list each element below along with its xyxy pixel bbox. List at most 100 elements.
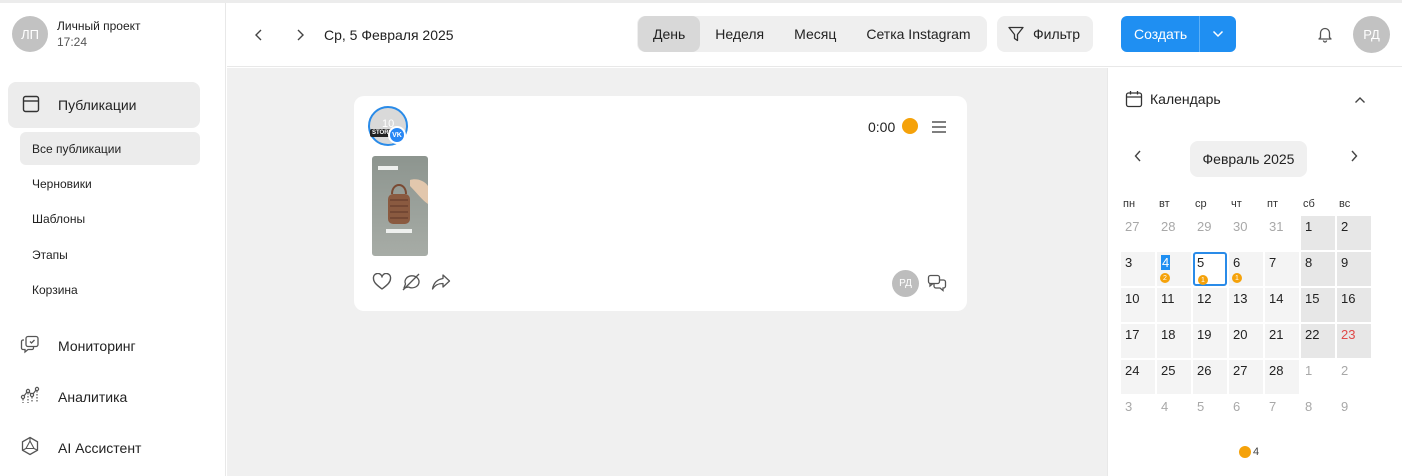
calendar-day[interactable]: 7 (1265, 252, 1299, 286)
calendar-day[interactable]: 2 (1337, 216, 1371, 250)
calendar-day[interactable]: 51 (1193, 252, 1227, 286)
calendar-day[interactable]: 24 (1121, 360, 1155, 394)
sub-item-drafts[interactable]: Черновики (20, 167, 200, 200)
calendar-day[interactable]: 3 (1121, 252, 1155, 286)
day-number: 30 (1233, 219, 1248, 234)
sub-item-all[interactable]: Все публикации (20, 132, 200, 165)
prev-month-button[interactable] (1134, 150, 1142, 165)
calendar-day[interactable]: 29 (1193, 216, 1227, 250)
calendar-day[interactable]: 1 (1301, 360, 1335, 394)
calendar-day[interactable]: 26 (1193, 360, 1227, 394)
day-number: 31 (1269, 219, 1284, 234)
calendar-day[interactable]: 20 (1229, 324, 1263, 358)
day-number: 25 (1161, 363, 1176, 378)
calendar-day[interactable]: 21 (1265, 324, 1299, 358)
post-card[interactable]: 10 STORY VK 0:00 РД (354, 96, 967, 311)
sub-item-templates[interactable]: Шаблоны (20, 202, 200, 235)
next-day-button[interactable] (290, 25, 310, 45)
legend-count: 4 (1253, 446, 1260, 458)
calendar-day[interactable]: 19 (1193, 324, 1227, 358)
calendar-day[interactable]: 28 (1265, 360, 1299, 394)
day-number: 7 (1269, 255, 1277, 270)
day-post-badge: 2 (1160, 273, 1170, 283)
month-selector[interactable]: Февраль 2025 (1190, 141, 1307, 177)
calendar-day[interactable]: 22 (1301, 324, 1335, 358)
weekday-label: чт (1231, 198, 1242, 210)
tab-day[interactable]: День (638, 16, 701, 52)
nav-monitoring[interactable]: Мониторинг (20, 334, 136, 357)
next-month-button[interactable] (1350, 150, 1358, 165)
calendar-day[interactable]: 12 (1193, 288, 1227, 322)
calendar-day[interactable]: 2 (1337, 360, 1371, 394)
monitoring-icon (20, 334, 40, 357)
day-number: 16 (1341, 291, 1356, 306)
calendar-day[interactable]: 27 (1121, 216, 1155, 250)
calendar-day[interactable]: 8 (1301, 252, 1335, 286)
chevron-right-icon (297, 29, 304, 41)
notifications-button[interactable] (1316, 25, 1334, 46)
create-dropdown-button[interactable] (1200, 30, 1236, 38)
calendar-day[interactable]: 7 (1265, 396, 1299, 430)
calendar-day[interactable]: 25 (1157, 360, 1191, 394)
calendar-day[interactable]: 17 (1121, 324, 1155, 358)
like-icon[interactable] (372, 272, 392, 294)
calendar-day[interactable]: 28 (1157, 216, 1191, 250)
calendar-day[interactable]: 13 (1229, 288, 1263, 322)
day-number: 1 (1305, 219, 1313, 234)
tab-week[interactable]: Неделя (700, 16, 779, 52)
sub-item-trash[interactable]: Корзина (20, 273, 200, 306)
collapse-calendar-button[interactable] (1354, 92, 1366, 107)
nav-publications[interactable]: Публикации (8, 82, 200, 128)
calendar-day[interactable]: 4 (1157, 396, 1191, 430)
calendar-day[interactable]: 14 (1265, 288, 1299, 322)
day-post-badge: 1 (1232, 273, 1242, 283)
day-number: 18 (1161, 327, 1176, 342)
calendar-day[interactable]: 23 (1337, 324, 1371, 358)
day-number: 4 (1161, 255, 1171, 270)
day-number: 8 (1305, 255, 1313, 270)
calendar-day[interactable]: 1 (1301, 216, 1335, 250)
tab-instagram-grid[interactable]: Сетка Instagram (851, 16, 985, 52)
calendar-day[interactable]: 3 (1121, 396, 1155, 430)
calendar-day[interactable]: 18 (1157, 324, 1191, 358)
calendar-day[interactable]: 5 (1193, 396, 1227, 430)
post-thumbnail[interactable] (372, 156, 428, 256)
user-avatar[interactable]: РД (1353, 16, 1390, 53)
calendar-day[interactable]: 11 (1157, 288, 1191, 322)
create-button[interactable]: Создать (1121, 16, 1236, 52)
post-menu-button[interactable] (931, 120, 947, 137)
calendar-day[interactable]: 61 (1229, 252, 1263, 286)
prev-day-button[interactable] (249, 25, 269, 45)
panel-icon (22, 95, 40, 116)
calendar-header: Календарь (1125, 90, 1221, 108)
tab-month[interactable]: Месяц (779, 16, 851, 52)
chevron-left-icon (1134, 150, 1141, 162)
calendar-day[interactable]: 27 (1229, 360, 1263, 394)
day-number: 9 (1341, 255, 1349, 270)
day-number: 7 (1269, 399, 1277, 414)
calendar-day[interactable]: 8 (1301, 396, 1335, 430)
share-icon[interactable] (431, 273, 451, 294)
calendar-day[interactable]: 31 (1265, 216, 1299, 250)
calendar-day[interactable]: 16 (1337, 288, 1371, 322)
weekday-label: вт (1159, 198, 1170, 210)
filter-button[interactable]: Фильтр (997, 16, 1093, 52)
comment-off-icon[interactable] (401, 273, 421, 294)
calendar-day[interactable]: 10 (1121, 288, 1155, 322)
weekday-label: сб (1303, 198, 1315, 210)
day-number: 3 (1125, 255, 1133, 270)
project-switcher[interactable]: ЛП Личный проект 17:24 (12, 16, 141, 52)
calendar-day[interactable]: 6 (1229, 396, 1263, 430)
calendar-day[interactable]: 15 (1301, 288, 1335, 322)
day-number: 8 (1305, 399, 1313, 414)
sub-item-stages[interactable]: Этапы (20, 238, 200, 271)
calendar-day[interactable]: 9 (1337, 252, 1371, 286)
chevron-down-icon (1212, 30, 1224, 38)
nav-ai-assistant[interactable]: AI Ассистент (20, 436, 141, 459)
calendar-day[interactable]: 30 (1229, 216, 1263, 250)
day-number: 14 (1269, 291, 1284, 306)
comments-icon[interactable] (927, 274, 947, 295)
calendar-day[interactable]: 42 (1157, 252, 1191, 286)
nav-analytics[interactable]: Аналитика (20, 385, 127, 408)
calendar-day[interactable]: 9 (1337, 396, 1371, 430)
